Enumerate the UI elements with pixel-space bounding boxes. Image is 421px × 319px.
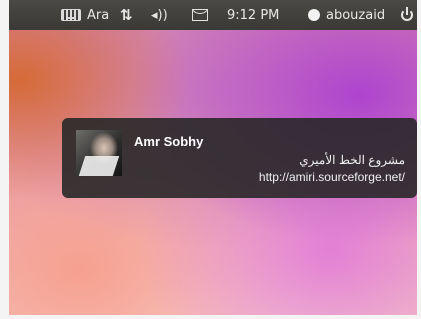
avatar [76, 130, 122, 176]
mail-icon [192, 9, 208, 21]
keyboard-layout-label: Ara [87, 7, 110, 23]
notification-body: مشروع الخط الأميري http://amiri.sourcefo… [135, 152, 405, 186]
network-updown-icon: ⇅ [120, 6, 133, 24]
keyboard-indicator[interactable]: Ara [61, 0, 109, 30]
user-name: abouzaid [326, 7, 386, 23]
network-indicator[interactable]: ⇅ [120, 0, 133, 30]
clock-label: 9:12 PM [227, 7, 280, 23]
notification-body-line-2: http://amiri.sourceforge.net/ [258, 170, 405, 184]
notification-bubble: Amr Sobhy مشروع الخط الأميري http://amir… [62, 118, 417, 198]
volume-indicator[interactable]: ◂)) [151, 0, 168, 30]
screen-border-bottom [0, 315, 421, 319]
session-menu[interactable] [401, 0, 413, 30]
screen-border-right [417, 0, 421, 319]
volume-icon: ◂)) [151, 7, 168, 23]
messaging-indicator[interactable] [192, 0, 208, 30]
user-menu[interactable]: abouzaid [308, 0, 385, 30]
user-status-icon [308, 9, 320, 21]
top-panel: Ara ⇅ ◂)) 9:12 PM abouzaid [9, 0, 417, 30]
keyboard-icon [61, 9, 81, 21]
screen-border-left [0, 0, 9, 319]
clock[interactable]: 9:12 PM [227, 0, 279, 30]
notification-title: Amr Sobhy [134, 134, 204, 149]
notification-body-line-1: مشروع الخط الأميري [299, 153, 405, 167]
power-icon [401, 7, 413, 21]
